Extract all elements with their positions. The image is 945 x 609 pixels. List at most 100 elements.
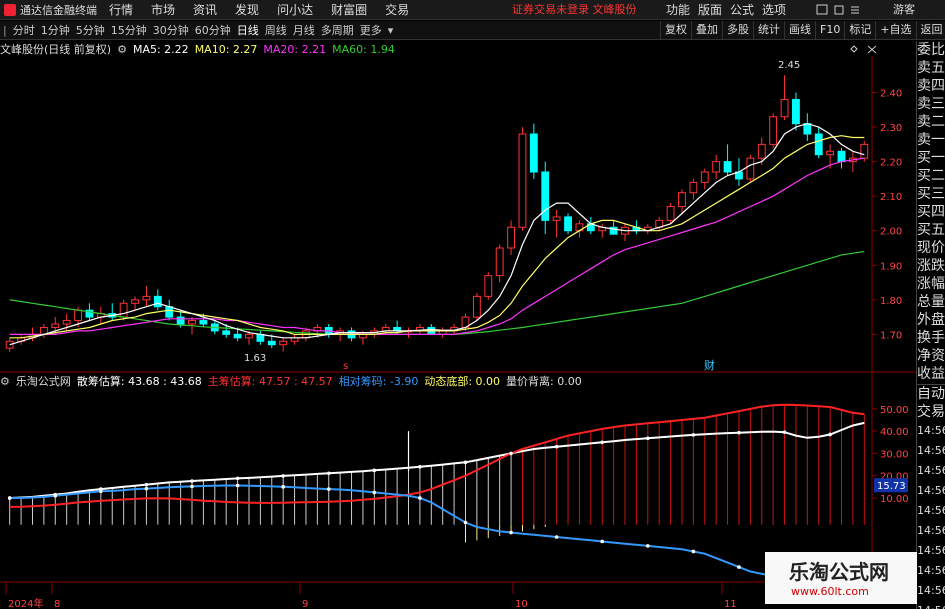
indicator-settings-icon[interactable]: ⚙ xyxy=(0,375,10,388)
tick-time: 14:56 xyxy=(917,524,945,537)
tick-time: 14:56 xyxy=(917,444,945,457)
event-mark-s[interactable]: s xyxy=(343,361,348,372)
indicator-axis: 50.0040.0030.0020.0010.0015.73 xyxy=(872,405,909,505)
period-tab-15min[interactable]: 15分钟 xyxy=(108,21,150,40)
candle-body xyxy=(233,333,242,339)
price-axis: 2.40 2.30 2.20 2.10 2.00 1.90 1.80 1.70 xyxy=(872,89,902,341)
menu-item-markets[interactable]: 市场 xyxy=(142,0,184,20)
menu-item-wenxiaoda[interactable]: 问小达 xyxy=(268,0,322,20)
candle-body xyxy=(119,302,128,318)
collapse-arrow-icon[interactable]: | xyxy=(0,21,10,40)
stock-title[interactable]: 文峰股份(日线 前复权) xyxy=(0,41,111,57)
period-tab-1min[interactable]: 1分钟 xyxy=(38,21,73,40)
indicator-name[interactable]: 乐淘公式网 xyxy=(16,373,71,389)
event-mark-cai[interactable]: 财 xyxy=(704,358,715,372)
quote-label: 卖一 xyxy=(917,132,945,148)
candle-body xyxy=(700,171,709,183)
period-toolbar: | 分时 1分钟 5分钟 15分钟 30分钟 60分钟 日线 周线 月线 多周期… xyxy=(0,21,945,40)
settings-gear-icon[interactable]: ⚙ xyxy=(117,43,127,56)
indicator-value-c: 相对筹码: -3.90 xyxy=(338,375,419,388)
series-marker xyxy=(144,486,149,491)
series-marker xyxy=(737,565,741,569)
login-notice[interactable]: 证券交易未登录 文峰股份 xyxy=(512,0,637,20)
series-marker xyxy=(509,530,513,535)
mark-button[interactable]: 标记 xyxy=(844,21,875,39)
price-tick-label: 2.20 xyxy=(880,158,902,169)
draw-line-button[interactable]: 画线 xyxy=(784,21,815,39)
multi-stock-button[interactable]: 多股 xyxy=(722,21,753,39)
menu-item-market[interactable]: 行情 xyxy=(100,0,142,20)
ma10-label: MA10: 2.27 xyxy=(194,42,258,56)
date-axis: 2024年 8 9 10 11 xyxy=(5,582,737,609)
candle-body xyxy=(267,340,276,346)
f10-button[interactable]: F10 xyxy=(815,21,844,39)
series-marker xyxy=(418,496,422,500)
candle-body xyxy=(826,150,835,156)
ma5-label: MA5: 2.22 xyxy=(132,42,189,56)
tick-time: 14:56 xyxy=(917,424,945,437)
quote-label: 卖二 xyxy=(917,114,945,130)
indicator-layer xyxy=(7,403,865,578)
series-marker xyxy=(737,430,741,435)
more-dropdown-icon[interactable]: ▾ xyxy=(385,21,397,40)
quote-label: 卖四 xyxy=(917,78,945,94)
series-marker xyxy=(326,471,331,476)
trade-label[interactable]: 交易 xyxy=(917,403,945,421)
candle-body xyxy=(74,309,82,322)
window-mode-icon[interactable] xyxy=(816,4,828,15)
menu-item-formula[interactable]: 公式 xyxy=(726,0,758,20)
series-marker xyxy=(691,549,696,554)
series-marker xyxy=(782,430,787,435)
window-tools xyxy=(816,4,859,15)
series-marker xyxy=(646,436,650,441)
menu-item-functions[interactable]: 功能 xyxy=(662,0,694,20)
candle-body xyxy=(51,323,60,328)
restore-rights-button[interactable]: 复权 xyxy=(660,21,691,39)
candle-body xyxy=(757,143,766,159)
diamond-icon[interactable] xyxy=(850,45,858,53)
quote-label: 卖五 xyxy=(917,60,945,76)
quote-labels: 委比 卖五 卖四 卖三 卖二 卖一 买一 买二 买三 买四 买五 现价 涨跌 涨… xyxy=(917,41,945,383)
candle-body xyxy=(495,247,504,277)
period-tab-5min[interactable]: 5分钟 xyxy=(73,21,108,40)
quote-label: 涨幅 xyxy=(917,276,945,292)
candle-body xyxy=(142,295,151,301)
period-tab-multi[interactable]: 多周期 xyxy=(318,21,357,40)
close-chart-icon[interactable] xyxy=(867,45,877,54)
overlay-button[interactable]: 叠加 xyxy=(691,21,722,39)
add-watchlist-button[interactable]: +自选 xyxy=(875,21,915,39)
series-marker xyxy=(646,544,650,548)
menu-item-discover[interactable]: 发现 xyxy=(226,0,268,20)
candle-body xyxy=(860,143,869,159)
period-tab-30min[interactable]: 30分钟 xyxy=(150,21,192,40)
menu-item-trade[interactable]: 交易 xyxy=(376,0,418,20)
tick-time: 14:56 xyxy=(917,544,945,557)
candle-body xyxy=(837,150,846,163)
back-button[interactable]: 返回 xyxy=(915,21,945,39)
menu-item-layout[interactable]: 版面 xyxy=(694,0,726,20)
series-marker xyxy=(554,444,559,449)
period-tab-more[interactable]: 更多 xyxy=(357,21,385,40)
series-marker xyxy=(281,474,285,478)
menu-item-news[interactable]: 资讯 xyxy=(184,0,226,20)
hamburger-icon[interactable] xyxy=(851,6,859,14)
candle-body xyxy=(484,275,493,297)
period-tab-60min[interactable]: 60分钟 xyxy=(192,21,234,40)
guest-label[interactable]: 游客 xyxy=(893,0,915,20)
auto-trade[interactable]: 自动 交易 xyxy=(917,384,945,421)
period-tab-monthly[interactable]: 月线 xyxy=(290,21,318,40)
indicator-tick-label: 10.00 xyxy=(880,494,909,505)
screenshot-icon[interactable] xyxy=(834,5,844,15)
statistics-button[interactable]: 统计 xyxy=(753,21,784,39)
period-tab-intraday[interactable]: 分时 xyxy=(10,21,38,40)
chart-area[interactable]: 2.40 2.30 2.20 2.10 2.00 1.90 1.80 1.70 50.00 40… xyxy=(0,56,916,609)
series-marker xyxy=(144,482,149,487)
menu-item-options[interactable]: 选项 xyxy=(758,0,790,20)
menu-item-wealth[interactable]: 财富圈 xyxy=(322,0,376,20)
period-tab-daily[interactable]: 日线 xyxy=(234,21,262,40)
series-marker xyxy=(509,451,513,456)
candle-body xyxy=(712,161,721,173)
period-tab-weekly[interactable]: 周线 xyxy=(262,21,290,40)
auto-label[interactable]: 自动 xyxy=(917,385,945,403)
price-tick-label: 1.70 xyxy=(880,330,902,341)
